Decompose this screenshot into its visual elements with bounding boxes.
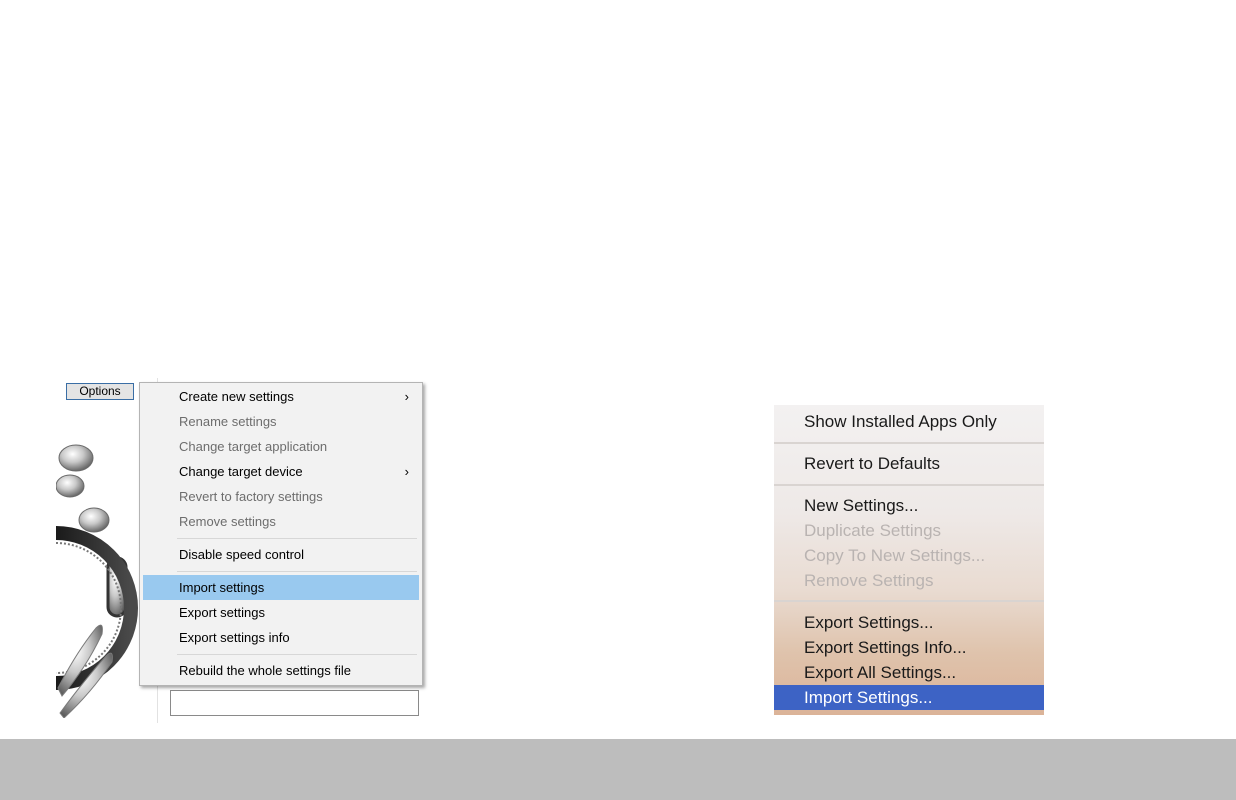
menu-item-export-all-settings[interactable]: Export All Settings...	[774, 660, 1044, 685]
menu-item-label: Import settings	[179, 580, 265, 595]
menu-separator	[774, 600, 1044, 602]
bottom-band	[0, 739, 1236, 800]
menu-item-create-new-settings[interactable]: Create new settings ›	[143, 384, 419, 409]
menu-item-revert-factory-settings[interactable]: Revert to factory settings	[143, 484, 419, 509]
menu-item-label: Disable speed control	[179, 547, 305, 562]
menu-separator	[177, 571, 417, 572]
menu-item-label: Export All Settings...	[804, 663, 957, 682]
menu-separator	[774, 442, 1044, 444]
options-button[interactable]: Options	[66, 383, 134, 400]
menu-item-rebuild-settings-file[interactable]: Rebuild the whole settings file	[143, 658, 419, 683]
submenu-arrow-icon: ›	[404, 464, 409, 479]
menu-item-import-settings[interactable]: Import settings	[143, 575, 419, 600]
menu-item-label: Export Settings...	[804, 613, 934, 632]
windows-settings-panel: Options Create new settings › Rename set…	[56, 378, 436, 723]
menu-item-label: Change target device	[179, 464, 303, 479]
menu-separator	[177, 654, 417, 655]
menu-item-show-installed-apps-only[interactable]: Show Installed Apps Only	[774, 409, 1044, 434]
menu-item-label: Remove settings	[179, 514, 276, 529]
menu-item-copy-to-new-settings[interactable]: Copy To New Settings...	[774, 543, 1044, 568]
menu-item-label: Rename settings	[179, 414, 277, 429]
menu-item-export-settings[interactable]: Export settings	[143, 600, 419, 625]
menu-item-label: Change target application	[179, 439, 328, 454]
device-buttons-image	[56, 444, 138, 718]
menu-item-change-target-application[interactable]: Change target application	[143, 434, 419, 459]
menu-item-change-target-device[interactable]: Change target device ›	[143, 459, 419, 484]
menu-item-label: Export settings info	[179, 630, 290, 645]
menu-item-remove-settings[interactable]: Remove Settings	[774, 568, 1044, 593]
menu-item-label: Export Settings Info...	[804, 638, 967, 657]
menu-item-export-settings[interactable]: Export Settings...	[774, 610, 1044, 635]
windows-context-menu: Create new settings › Rename settings Ch…	[139, 382, 423, 686]
menu-item-label: Show Installed Apps Only	[804, 412, 997, 431]
menu-item-label: Duplicate Settings	[804, 521, 942, 540]
menu-item-rename-settings[interactable]: Rename settings	[143, 409, 419, 434]
submenu-arrow-icon: ›	[404, 389, 409, 404]
menu-separator	[177, 538, 417, 539]
menu-item-duplicate-settings[interactable]: Duplicate Settings	[774, 518, 1044, 543]
menu-item-label: Revert to Defaults	[804, 454, 941, 473]
menu-item-label: Create new settings	[179, 389, 294, 404]
menu-separator	[774, 484, 1044, 486]
menu-item-label: Revert to factory settings	[179, 489, 323, 504]
menu-item-export-settings-info[interactable]: Export Settings Info...	[774, 635, 1044, 660]
menu-item-label: Import Settings...	[804, 688, 933, 707]
settings-field[interactable]	[170, 690, 419, 716]
menu-item-import-settings[interactable]: Import Settings...	[774, 685, 1044, 710]
menu-item-new-settings[interactable]: New Settings...	[774, 493, 1044, 518]
menu-item-label: New Settings...	[804, 496, 919, 515]
menu-item-disable-speed-control[interactable]: Disable speed control	[143, 542, 419, 567]
menu-item-remove-settings[interactable]: Remove settings	[143, 509, 419, 534]
menu-item-label: Remove Settings	[804, 571, 934, 590]
menu-item-label: Copy To New Settings...	[804, 546, 986, 565]
menu-item-export-settings-info[interactable]: Export settings info	[143, 625, 419, 650]
menu-item-label: Export settings	[179, 605, 265, 620]
menu-item-label: Rebuild the whole settings file	[179, 663, 351, 678]
mac-context-menu: Show Installed Apps Only Revert to Defau…	[774, 405, 1044, 715]
menu-item-revert-to-defaults[interactable]: Revert to Defaults	[774, 451, 1044, 476]
